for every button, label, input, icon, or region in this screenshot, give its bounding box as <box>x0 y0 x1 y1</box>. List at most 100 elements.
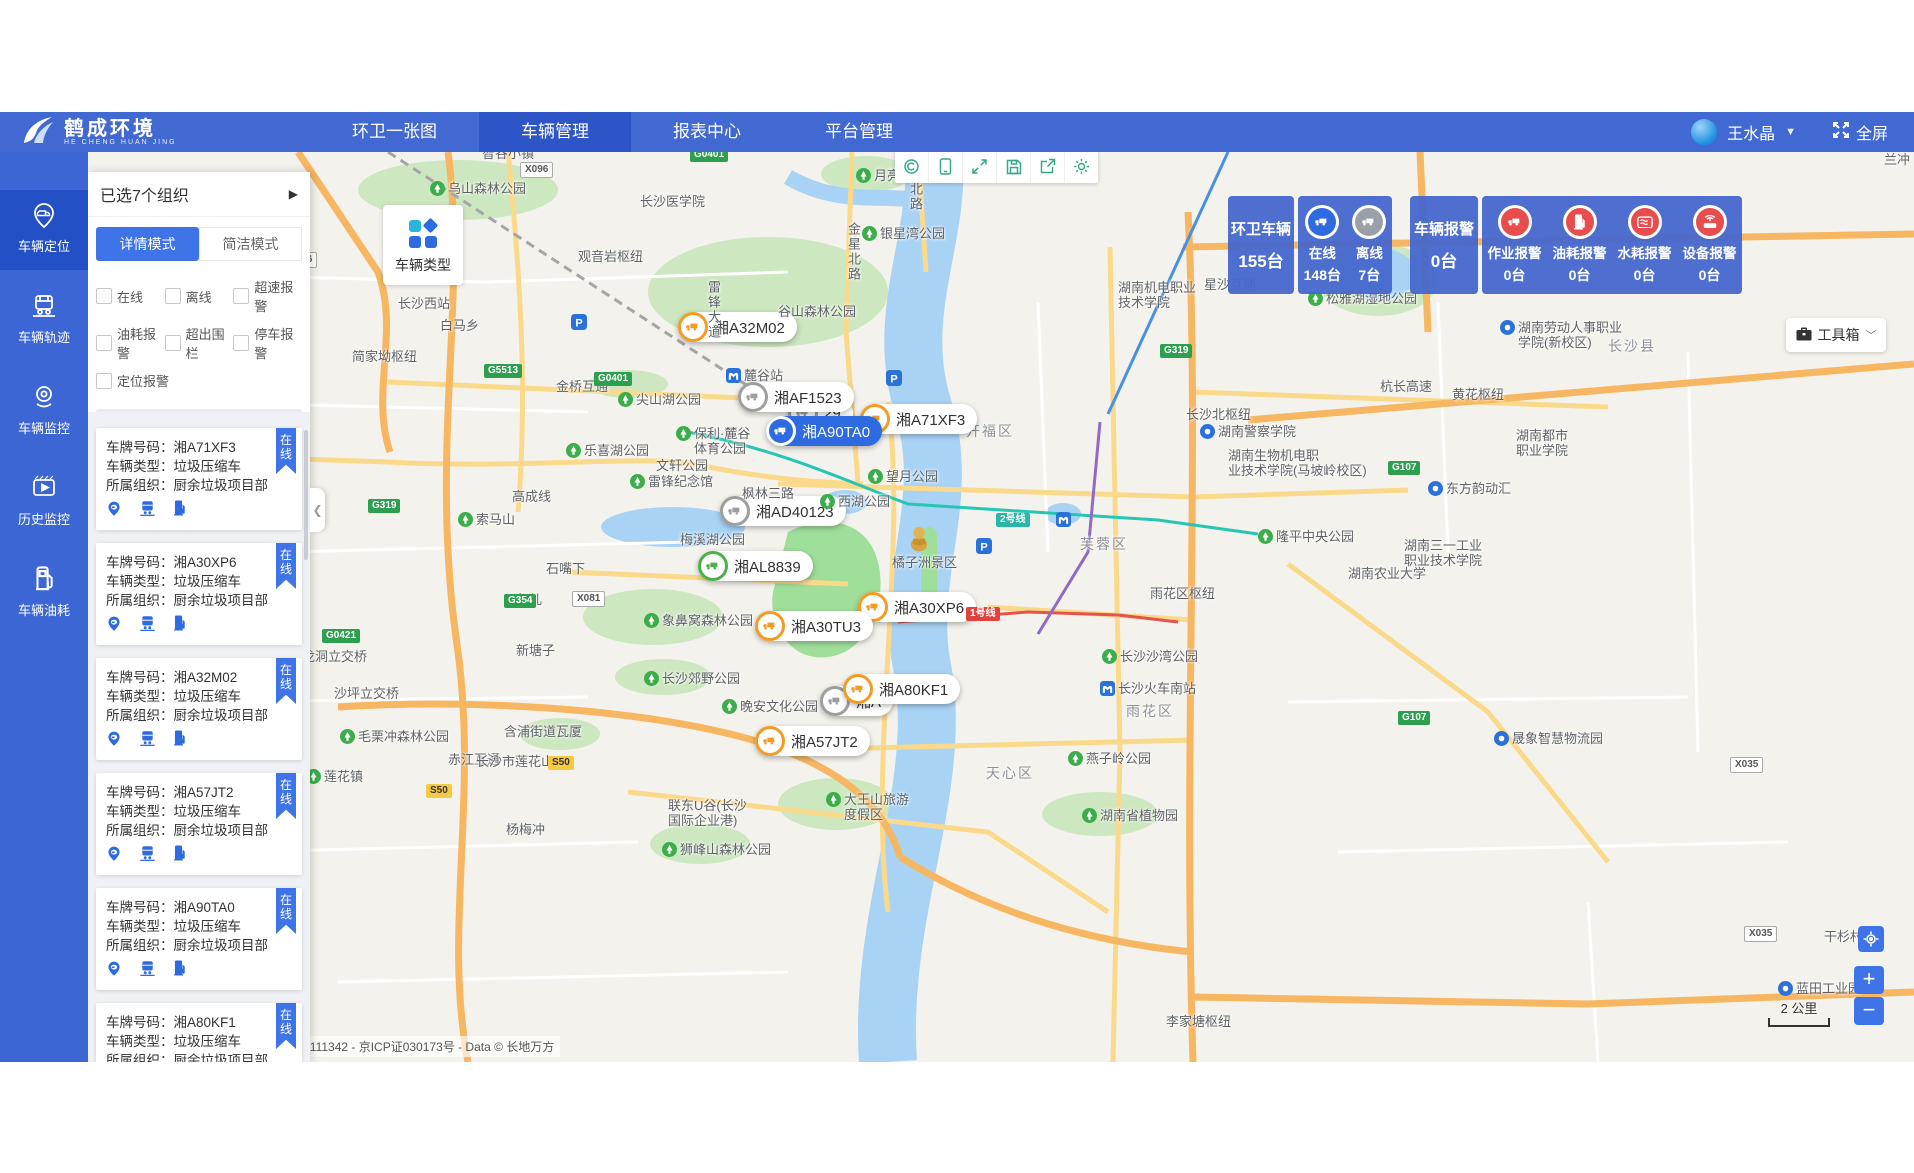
filter-停车报警[interactable]: 停车报警 <box>233 324 302 362</box>
checkbox-icon[interactable] <box>96 373 112 389</box>
vehicle-marker-湘A30XP6[interactable]: 湘A30XP6 <box>858 592 976 622</box>
filter-在线[interactable]: 在线 <box>96 277 165 315</box>
track-icon[interactable] <box>138 730 157 748</box>
toolbar-settings-icon[interactable] <box>1065 150 1098 183</box>
truck-icon <box>1305 205 1339 239</box>
track-icon[interactable] <box>138 615 157 633</box>
nav-item-平台管理[interactable]: 平台管理 <box>783 112 935 152</box>
toolbar-zoom-icon[interactable] <box>895 150 929 183</box>
sidebar-item-车辆定位[interactable]: 车辆定位 <box>0 190 88 270</box>
locate-icon[interactable] <box>106 615 122 633</box>
locate-icon[interactable] <box>106 500 122 518</box>
mode-tab-详情模式[interactable]: 详情模式 <box>96 227 199 261</box>
sidebar-item-历史监控[interactable]: 历史监控 <box>0 463 88 543</box>
map-scale-bar <box>1768 1018 1830 1027</box>
locate-icon[interactable] <box>106 730 122 748</box>
chevron-down-icon: ﹀ <box>1866 327 1877 343</box>
mode-tab-简洁模式[interactable]: 简洁模式 <box>199 227 302 261</box>
toolbar-expand-icon[interactable] <box>963 150 997 183</box>
track-icon[interactable] <box>138 845 157 863</box>
user-avatar[interactable] <box>1691 119 1717 145</box>
org-selected-label[interactable]: 已选7个组织 <box>100 182 189 206</box>
toolbox-button[interactable]: 工具箱 ﹀ <box>1786 318 1886 352</box>
map-scale: 2 公里 <box>1768 998 1830 1027</box>
panel-collapse-handle[interactable]: ❮ <box>310 488 325 532</box>
device-icon <box>1693 205 1727 239</box>
filter-定位报警[interactable]: 定位报警 <box>96 371 170 390</box>
sidebar-item-车辆油耗[interactable]: 车辆油耗 <box>0 554 88 634</box>
vehicle-marker-湘A57JT2[interactable]: 湘A57JT2 <box>755 726 870 756</box>
stat-vehicle-alarm: 车辆报警 0台 <box>1410 196 1478 294</box>
filter-超速报警[interactable]: 超速报警 <box>233 277 302 315</box>
water-icon <box>1628 205 1662 239</box>
track-icon[interactable] <box>138 500 157 518</box>
vehicle-card-湘A71XF3[interactable]: 车牌号码：湘A71XF3车辆类型：垃圾压缩车所属组织：厨余垃圾项目部在 线 <box>96 428 302 530</box>
checkbox-icon[interactable] <box>233 335 249 351</box>
sidebar-item-车辆轨迹[interactable]: 车辆轨迹 <box>0 281 88 361</box>
vehicle-marker-湘A30TU3[interactable]: 湘A30TU3 <box>755 611 873 641</box>
vehicle-card-湘A32M02[interactable]: 车牌号码：湘A32M02车辆类型：垃圾压缩车所属组织：厨余垃圾项目部在 线 <box>96 658 302 760</box>
expand-right-icon[interactable]: ▶ <box>289 187 298 201</box>
fuel-icon[interactable] <box>173 730 186 748</box>
locate-button[interactable] <box>1858 926 1884 952</box>
locate-icon[interactable] <box>106 960 122 978</box>
fullscreen-label: 全屏 <box>1856 120 1888 144</box>
brand-logo: 鹤成环境 HE CHENG HUAN JING <box>0 113 270 152</box>
vehicle-marker-湘A32M02[interactable]: 湘A32M02 <box>678 312 797 342</box>
top-navbar: 鹤成环境 HE CHENG HUAN JING 环卫一张图车辆管理报表中心平台管… <box>0 112 1914 152</box>
checkbox-icon[interactable] <box>233 288 249 304</box>
vehicle-marker-湘AF1523[interactable]: 湘AF1523 <box>738 382 854 412</box>
stat-水耗报警: 水耗报警0台 <box>1618 205 1672 285</box>
checkbox-icon[interactable] <box>165 288 181 304</box>
vehicle-type-button[interactable]: 车辆类型 <box>383 205 463 285</box>
filter-超出围栏[interactable]: 超出围栏 <box>165 324 234 362</box>
zoom-in-button[interactable]: + <box>1854 966 1884 994</box>
vehicle-card-湘A80KF1[interactable]: 车牌号码：湘A80KF1车辆类型：垃圾压缩车所属组织：厨余垃圾项目部在 线 <box>96 1003 302 1062</box>
top-margin <box>0 0 1914 112</box>
fuel-icon[interactable] <box>173 960 186 978</box>
vehicle-card-湘A30XP6[interactable]: 车牌号码：湘A30XP6车辆类型：垃圾压缩车所属组织：厨余垃圾项目部在 线 <box>96 543 302 645</box>
chevron-down-icon[interactable]: ▼ <box>1785 126 1796 138</box>
checkbox-icon[interactable] <box>96 288 112 304</box>
vehicle-marker-湘A80KF1[interactable]: 湘A80KF1 <box>843 674 960 704</box>
vehicle-marker-湘AD40123[interactable]: 湘AD40123 <box>720 496 846 526</box>
locate-icon[interactable] <box>106 845 122 863</box>
truck-icon <box>843 674 873 704</box>
vehicle-card-湘A90TA0[interactable]: 车牌号码：湘A90TA0车辆类型：垃圾压缩车所属组织：厨余垃圾项目部在 线 <box>96 888 302 990</box>
vehicle-marker-湘A90TA0[interactable]: 湘A90TA0 <box>766 416 882 446</box>
fullscreen-button[interactable]: 全屏 <box>1832 120 1888 144</box>
zoom-out-button[interactable]: − <box>1854 997 1884 1025</box>
user-name[interactable]: 王水晶 <box>1727 120 1775 144</box>
filter-油耗报警[interactable]: 油耗报警 <box>96 324 165 362</box>
vehicle-type-label: 车辆类型 <box>383 255 463 275</box>
sidebar-item-车辆监控[interactable]: 车辆监控 <box>0 372 88 452</box>
track-icon[interactable] <box>138 960 157 978</box>
toolbar-save-icon[interactable] <box>997 150 1031 183</box>
fuel-icon[interactable] <box>173 500 186 518</box>
stat-total-vehicles: 环卫车辆 155台 <box>1228 196 1294 294</box>
toolbar-mobile-icon[interactable] <box>929 150 963 183</box>
fuel-icon[interactable] <box>173 615 186 633</box>
truck-track-icon <box>0 293 88 323</box>
mode-tabs: 详情模式简洁模式 <box>88 217 310 269</box>
panel-scrollbar[interactable] <box>304 430 308 560</box>
truck-icon <box>755 611 785 641</box>
vehicle-card-湘A57JT2[interactable]: 车牌号码：湘A57JT2车辆类型：垃圾压缩车所属组织：厨余垃圾项目部在 线 <box>96 773 302 875</box>
fuel-icon[interactable] <box>173 845 186 863</box>
fuel-icon <box>1563 205 1597 239</box>
video-icon <box>0 475 88 505</box>
truck-icon <box>755 726 785 756</box>
nav-item-报表中心[interactable]: 报表中心 <box>631 112 783 152</box>
stat-offline: 离线7台 <box>1352 205 1386 285</box>
nav-item-车辆管理[interactable]: 车辆管理 <box>479 112 631 152</box>
nav-item-环卫一张图[interactable]: 环卫一张图 <box>310 112 479 152</box>
vehicle-panel: 已选7个组织 ▶ 详情模式简洁模式 在线离线超速报警油耗报警超出围栏停车报警定位… <box>88 172 310 1062</box>
toolbar-share-icon[interactable] <box>1031 150 1065 183</box>
filter-离线[interactable]: 离线 <box>165 277 234 315</box>
stat-设备报警: 设备报警0台 <box>1683 205 1737 285</box>
stat-油耗报警: 油耗报警0台 <box>1553 205 1607 285</box>
vehicle-marker-湘AL8839[interactable]: 湘AL8839 <box>698 551 813 581</box>
stat-alarm-value: 0台 <box>1431 247 1457 272</box>
checkbox-icon[interactable] <box>165 335 181 351</box>
checkbox-icon[interactable] <box>96 335 112 351</box>
